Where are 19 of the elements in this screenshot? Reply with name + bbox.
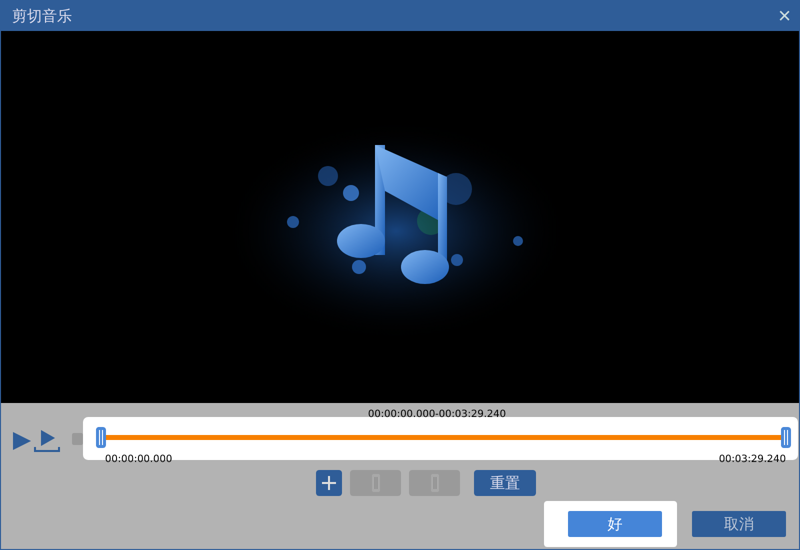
close-button[interactable]: × bbox=[774, 5, 795, 27]
plus-icon bbox=[322, 476, 336, 490]
slider-stub bbox=[72, 433, 83, 445]
start-time: 00:00:00.000 bbox=[105, 454, 172, 465]
play-bracket-icon bbox=[34, 429, 60, 453]
end-time: 00:03:29.240 bbox=[718, 454, 786, 465]
ok-button[interactable]: 好 bbox=[568, 511, 662, 537]
range-label: 00:00:00.000-00:03:29.240 bbox=[368, 409, 506, 420]
play-button[interactable] bbox=[12, 431, 32, 451]
play-icon bbox=[12, 431, 32, 451]
play-selection-button[interactable] bbox=[34, 429, 60, 453]
reset-button[interactable]: 重置 bbox=[474, 470, 536, 496]
end-handle[interactable] bbox=[781, 427, 791, 448]
marker-icon bbox=[370, 474, 380, 492]
cancel-button[interactable]: 取消 bbox=[692, 511, 786, 537]
window-title: 剪切音乐 bbox=[12, 6, 72, 26]
add-button[interactable] bbox=[316, 470, 342, 496]
start-handle[interactable] bbox=[96, 427, 106, 448]
marker-icon bbox=[430, 474, 440, 492]
